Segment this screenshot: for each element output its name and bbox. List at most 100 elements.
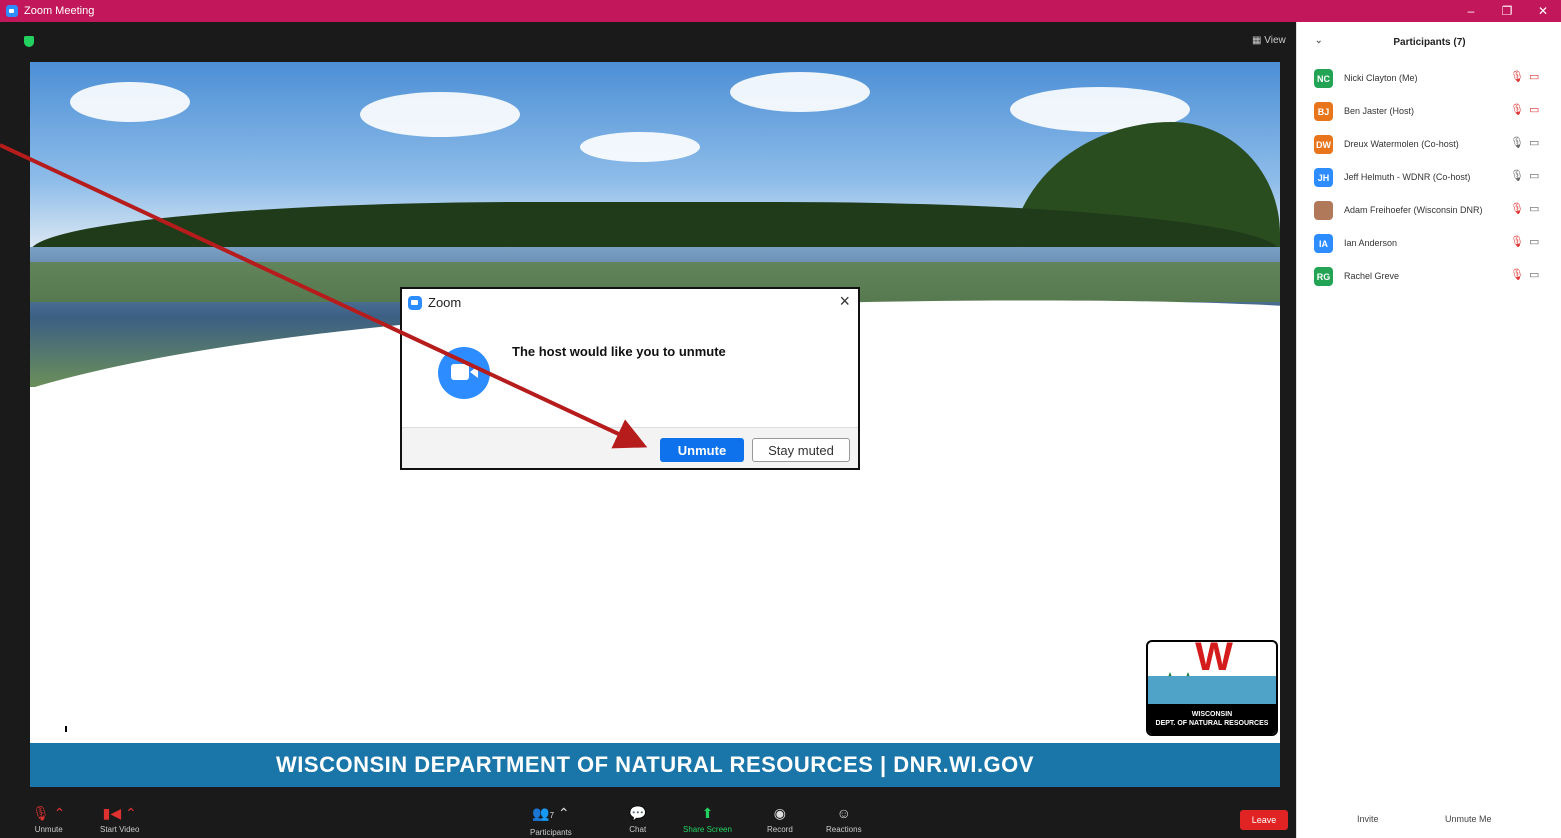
- cloud: [580, 132, 700, 162]
- avatar: IA: [1314, 234, 1333, 253]
- participant-name: Nicki Clayton (Me): [1344, 73, 1418, 83]
- share-screen-label: Share Screen: [683, 825, 732, 834]
- logo-text-line2: DEPT. OF NATURAL RESOURCES: [1155, 720, 1269, 727]
- dialog-title-text: Zoom: [428, 295, 462, 310]
- slide-mark: [65, 726, 67, 732]
- avatar: RG: [1314, 267, 1333, 286]
- avatar: BJ: [1314, 102, 1333, 121]
- share-screen-icon: ⬆: [701, 805, 714, 821]
- start-video-button[interactable]: ▮◀ ⌃ Start Video: [100, 804, 139, 834]
- collapse-chevron-icon[interactable]: ⌄: [1315, 35, 1323, 46]
- zoom-icon: [408, 295, 422, 310]
- video-off-icon: ▮◀ ⌃: [102, 805, 137, 821]
- window-controls: – ❐ ✕: [1453, 0, 1561, 22]
- cloud: [730, 72, 870, 112]
- reactions-label: Reactions: [826, 825, 862, 834]
- reactions-button[interactable]: ☺ Reactions: [826, 804, 862, 834]
- participant-row[interactable]: RG Rachel Greve 🎙 ▭: [1297, 260, 1561, 293]
- participants-button[interactable]: 👥7 ⌃ Participants: [530, 804, 572, 837]
- unmute-request-dialog: Zoom × The host would like you to unmute…: [400, 287, 860, 470]
- mic-icon: 🎙: [1510, 137, 1524, 149]
- participant-name: Jeff Helmuth - WDNR (Co-host): [1344, 172, 1471, 182]
- zoom-camera-icon: [438, 347, 490, 399]
- reactions-icon: ☺: [836, 805, 851, 821]
- avatar: JH: [1314, 168, 1333, 187]
- video-icon: ▭: [1529, 137, 1540, 149]
- wdnr-logo: W WISCONSIN DEPT. OF NATURAL RESOURCES: [1146, 640, 1278, 736]
- zoom-window: Zoom Meeting – ❐ ✕ ▦ View W WISCONSIN DE…: [0, 0, 1561, 838]
- participant-name: Ian Anderson: [1344, 238, 1398, 248]
- video-icon: ▭: [1529, 269, 1540, 281]
- dialog-message: The host would like you to unmute: [512, 344, 726, 359]
- participants-footer: Invite Unmute Me: [1297, 802, 1561, 838]
- participant-name: Rachel Greve: [1344, 271, 1400, 281]
- participant-row[interactable]: JH Jeff Helmuth - WDNR (Co-host) 🎙 ▭: [1297, 161, 1561, 194]
- participant-row[interactable]: Adam Freihoefer (Wisconsin DNR) 🎙 ▭: [1297, 194, 1561, 227]
- dialog-title: Zoom: [408, 295, 461, 310]
- grid-icon: ▦: [1252, 35, 1265, 46]
- logo-water: [1148, 676, 1276, 704]
- security-shield-icon[interactable]: [24, 36, 34, 47]
- participant-row[interactable]: NC Nicki Clayton (Me) 🎙 ▭: [1297, 62, 1561, 95]
- participant-name: Adam Freihoefer (Wisconsin DNR): [1344, 205, 1483, 215]
- avatar: NC: [1314, 69, 1333, 88]
- video-icon: ▭: [1529, 236, 1540, 248]
- muted-mic-icon: 🎙: [1510, 236, 1524, 248]
- participants-count: 7: [549, 811, 555, 820]
- logo-w: W: [1195, 640, 1233, 679]
- unmute-label: Unmute: [34, 825, 63, 834]
- participant-name: Dreux Watermolen (Co-host): [1344, 139, 1459, 149]
- dialog-footer: Unmute Stay muted: [402, 427, 858, 468]
- record-icon: ◉: [773, 805, 786, 821]
- participants-panel: ⌄ Participants (7) NC Nicki Clayton (Me)…: [1296, 22, 1561, 838]
- share-screen-button[interactable]: ⬆ Share Screen: [683, 804, 732, 834]
- view-button[interactable]: ▦ View: [1252, 35, 1286, 46]
- muted-mic-icon: 🎙: [1510, 269, 1524, 281]
- muted-mic-icon: 🎙: [1510, 104, 1524, 116]
- start-video-label: Start Video: [100, 825, 140, 834]
- video-icon: ▭: [1529, 203, 1540, 215]
- view-label: View: [1264, 35, 1286, 46]
- cloud: [70, 82, 190, 122]
- video-icon: ▭: [1529, 170, 1540, 182]
- unmute-me-button[interactable]: Unmute Me: [1445, 814, 1492, 824]
- video-off-icon: ▭: [1529, 71, 1540, 83]
- chat-icon: 💬: [629, 805, 647, 821]
- dialog-close-button[interactable]: ×: [839, 291, 850, 312]
- slide-banner: WISCONSIN DEPARTMENT OF NATURAL RESOURCE…: [30, 743, 1280, 787]
- record-label: Record: [767, 825, 793, 834]
- cloud: [360, 92, 520, 137]
- zoom-app-icon: [6, 5, 18, 17]
- restore-button[interactable]: ❐: [1489, 0, 1525, 22]
- minimize-button[interactable]: –: [1453, 0, 1489, 22]
- chat-button[interactable]: 💬 Chat: [629, 804, 646, 834]
- participants-label: Participants: [530, 828, 572, 837]
- participants-title: Participants (7): [1393, 36, 1466, 48]
- participant-name: Ben Jaster (Host): [1344, 106, 1415, 116]
- muted-mic-icon: 🎙 ⌃: [32, 805, 66, 821]
- window-title: Zoom Meeting: [24, 5, 95, 17]
- unmute-toolbar-button[interactable]: 🎙 ⌃ Unmute: [32, 804, 65, 834]
- avatar-photo: [1314, 201, 1333, 220]
- title-bar: Zoom Meeting – ❐ ✕: [0, 0, 1561, 22]
- mic-icon: 🎙: [1510, 170, 1524, 182]
- logo-text-line1: WISCONSIN: [1191, 711, 1233, 718]
- participant-row[interactable]: BJ Ben Jaster (Host) 🎙 ▭: [1297, 95, 1561, 128]
- muted-mic-icon: 🎙: [1510, 203, 1524, 215]
- record-button[interactable]: ◉ Record: [767, 804, 793, 834]
- leave-button[interactable]: Leave: [1240, 810, 1288, 830]
- video-off-icon: ▭: [1529, 104, 1540, 116]
- chat-label: Chat: [629, 825, 647, 834]
- participant-row[interactable]: DW Dreux Watermolen (Co-host) 🎙 ▭: [1297, 128, 1561, 161]
- unmute-button[interactable]: Unmute: [660, 438, 744, 462]
- stay-muted-button[interactable]: Stay muted: [752, 438, 850, 462]
- muted-mic-icon: 🎙: [1510, 71, 1524, 83]
- meeting-toolbar: 🎙 ⌃ Unmute ▮◀ ⌃ Start Video 👥7 ⌃ Partici…: [0, 800, 1296, 838]
- logo-text: WISCONSIN DEPT. OF NATURAL RESOURCES: [1148, 704, 1276, 734]
- participant-row[interactable]: IA Ian Anderson 🎙 ▭: [1297, 227, 1561, 260]
- avatar: DW: [1314, 135, 1333, 154]
- participants-header: ⌄ Participants (7): [1297, 22, 1561, 62]
- close-window-button[interactable]: ✕: [1525, 0, 1561, 22]
- invite-button[interactable]: Invite: [1357, 814, 1379, 824]
- participants-icon: 👥7 ⌃: [532, 805, 570, 821]
